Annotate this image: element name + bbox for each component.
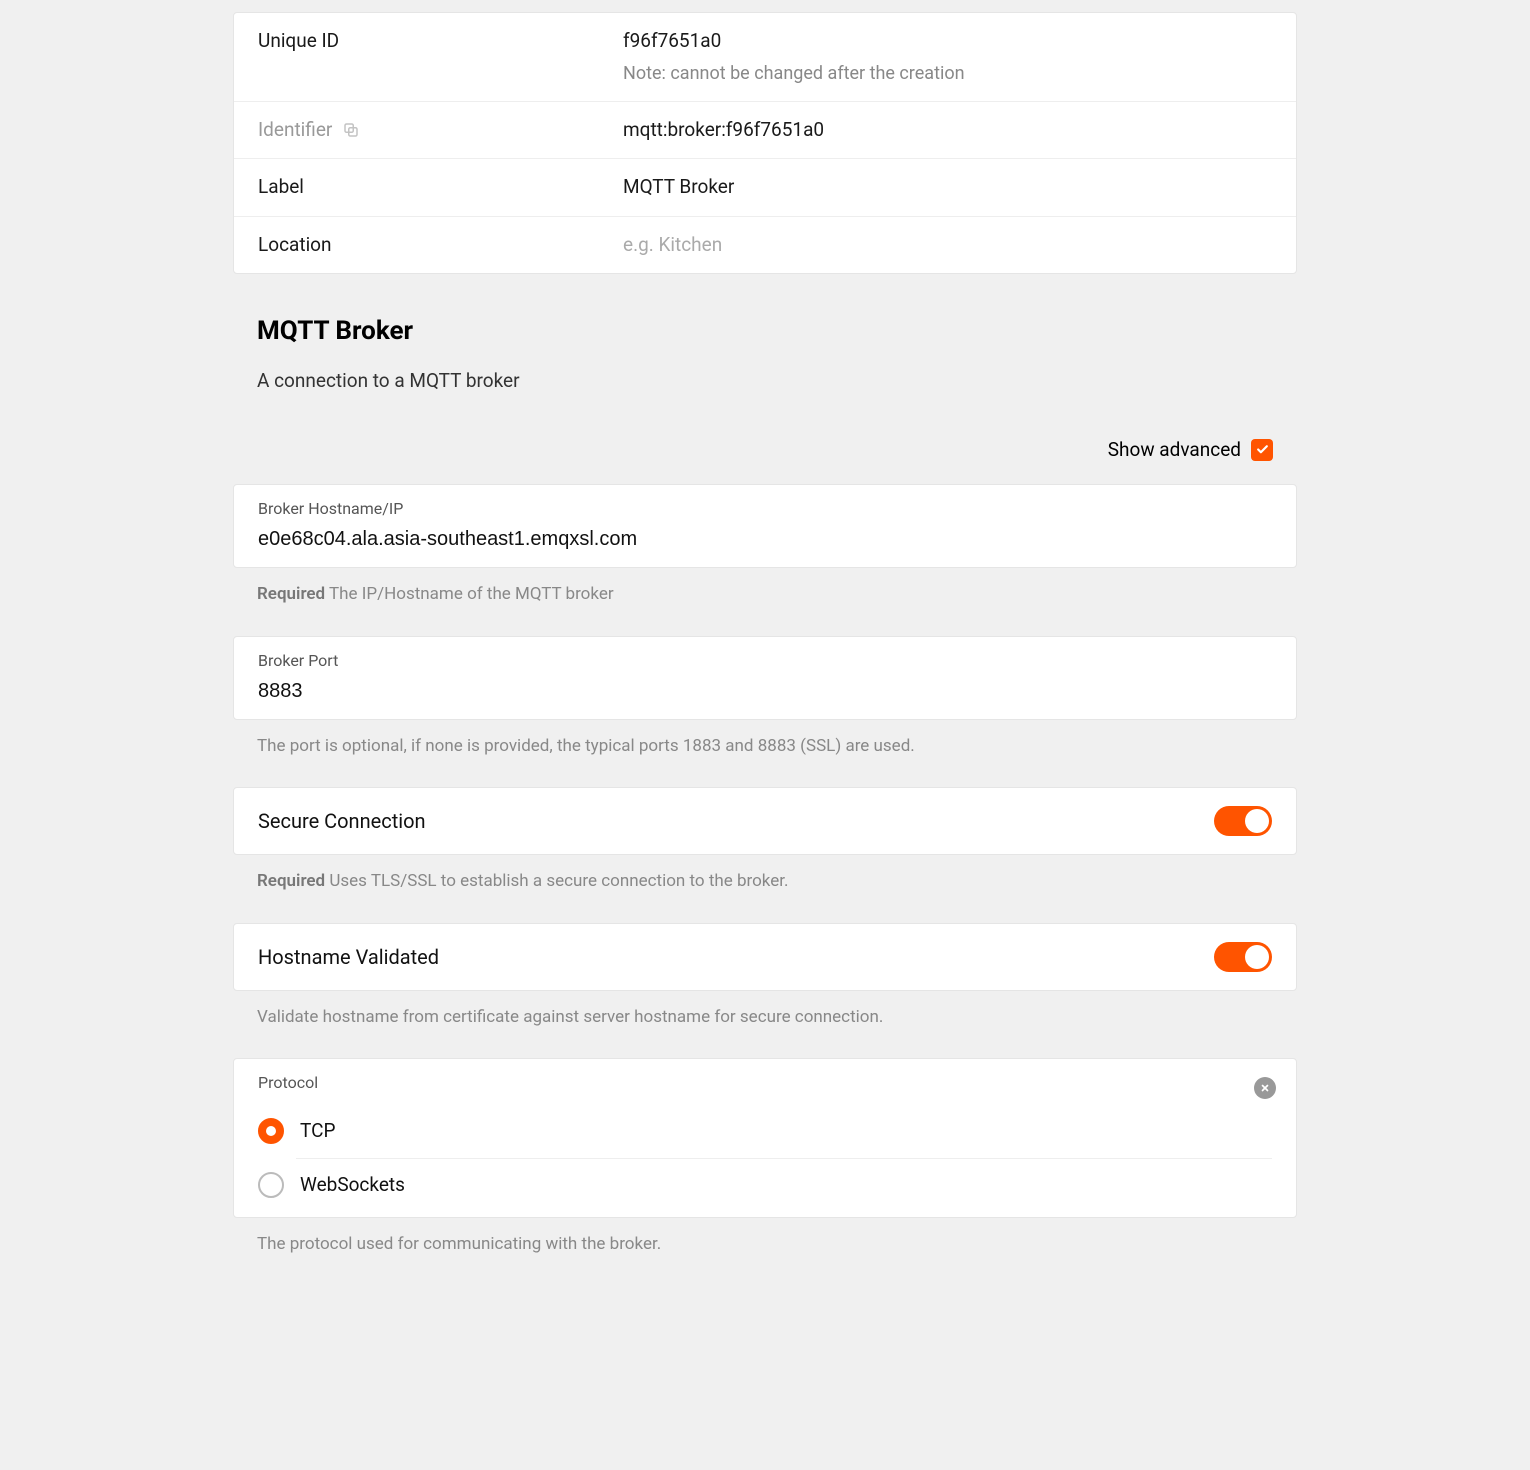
port-help: The port is optional, if none is provide… [257,734,1273,760]
identifier-label-wrap: Identifier [258,116,623,145]
secure-connection-row: Secure Connection [233,787,1297,855]
unique-id-note: Note: cannot be changed after the creati… [623,60,1272,87]
label-field-label: Label [258,173,623,202]
label-field-value[interactable]: MQTT Broker [623,173,1272,202]
protocol-field: Protocol TCP WebSockets [233,1058,1297,1218]
hostname-input[interactable] [258,528,1272,551]
protocol-ws-label: WebSockets [300,1171,405,1200]
check-icon [1256,443,1269,456]
secure-required: Required [257,871,325,891]
radio-tcp[interactable] [258,1118,284,1144]
protocol-help: The protocol used for communicating with… [257,1232,1273,1258]
protocol-option-websockets[interactable]: WebSockets [296,1159,1272,1212]
hostname-help: Required The IP/Hostname of the MQTT bro… [257,582,1273,608]
close-icon [1260,1083,1270,1093]
port-input[interactable] [258,680,1272,703]
protocol-label: Protocol [258,1071,1272,1095]
unique-id-value: f96f7651a0 [623,27,1272,56]
hostname-validated-help: Validate hostname from certificate again… [257,1005,1273,1031]
protocol-tcp-label: TCP [300,1117,335,1146]
radio-websockets[interactable] [258,1172,284,1198]
secure-help: Required Uses TLS/SSL to establish a sec… [257,869,1273,895]
port-field[interactable]: Broker Port [233,636,1297,720]
copy-icon[interactable] [342,121,360,139]
show-advanced-row: Show advanced [205,428,1325,485]
hostname-validated-row: Hostname Validated [233,923,1297,991]
label-row: Label MQTT Broker [234,159,1296,217]
section-title: MQTT Broker [205,294,1325,357]
hostname-help-text: The IP/Hostname of the MQTT broker [329,584,614,604]
section-subtitle: A connection to a MQTT broker [205,357,1325,428]
secure-help-text: Uses TLS/SSL to establish a secure conne… [329,871,788,891]
protocol-option-tcp[interactable]: TCP [296,1105,1272,1159]
hostname-validated-label: Hostname Validated [258,942,439,972]
identifier-label: Identifier [258,116,332,145]
info-card: Unique ID f96f7651a0 Note: cannot be cha… [233,12,1297,274]
show-advanced-checkbox[interactable] [1251,439,1273,461]
secure-connection-label: Secure Connection [258,806,426,836]
hostname-validated-toggle[interactable] [1214,942,1272,972]
secure-connection-toggle[interactable] [1214,806,1272,836]
identifier-row: Identifier mqtt:broker:f96f7651a0 [234,102,1296,160]
hostname-field[interactable]: Broker Hostname/IP [233,484,1297,568]
show-advanced-label: Show advanced [1108,436,1241,465]
location-row: Location e.g. Kitchen [234,217,1296,274]
identifier-value: mqtt:broker:f96f7651a0 [623,116,1272,145]
hostname-label: Broker Hostname/IP [258,497,1272,521]
location-label: Location [258,231,623,260]
clear-protocol-button[interactable] [1254,1077,1276,1099]
unique-id-row: Unique ID f96f7651a0 Note: cannot be cha… [234,13,1296,102]
location-placeholder[interactable]: e.g. Kitchen [623,231,1272,260]
port-label: Broker Port [258,649,1272,673]
hostname-required: Required [257,584,325,604]
unique-id-value-wrap: f96f7651a0 Note: cannot be changed after… [623,27,1272,87]
unique-id-label: Unique ID [258,27,623,56]
